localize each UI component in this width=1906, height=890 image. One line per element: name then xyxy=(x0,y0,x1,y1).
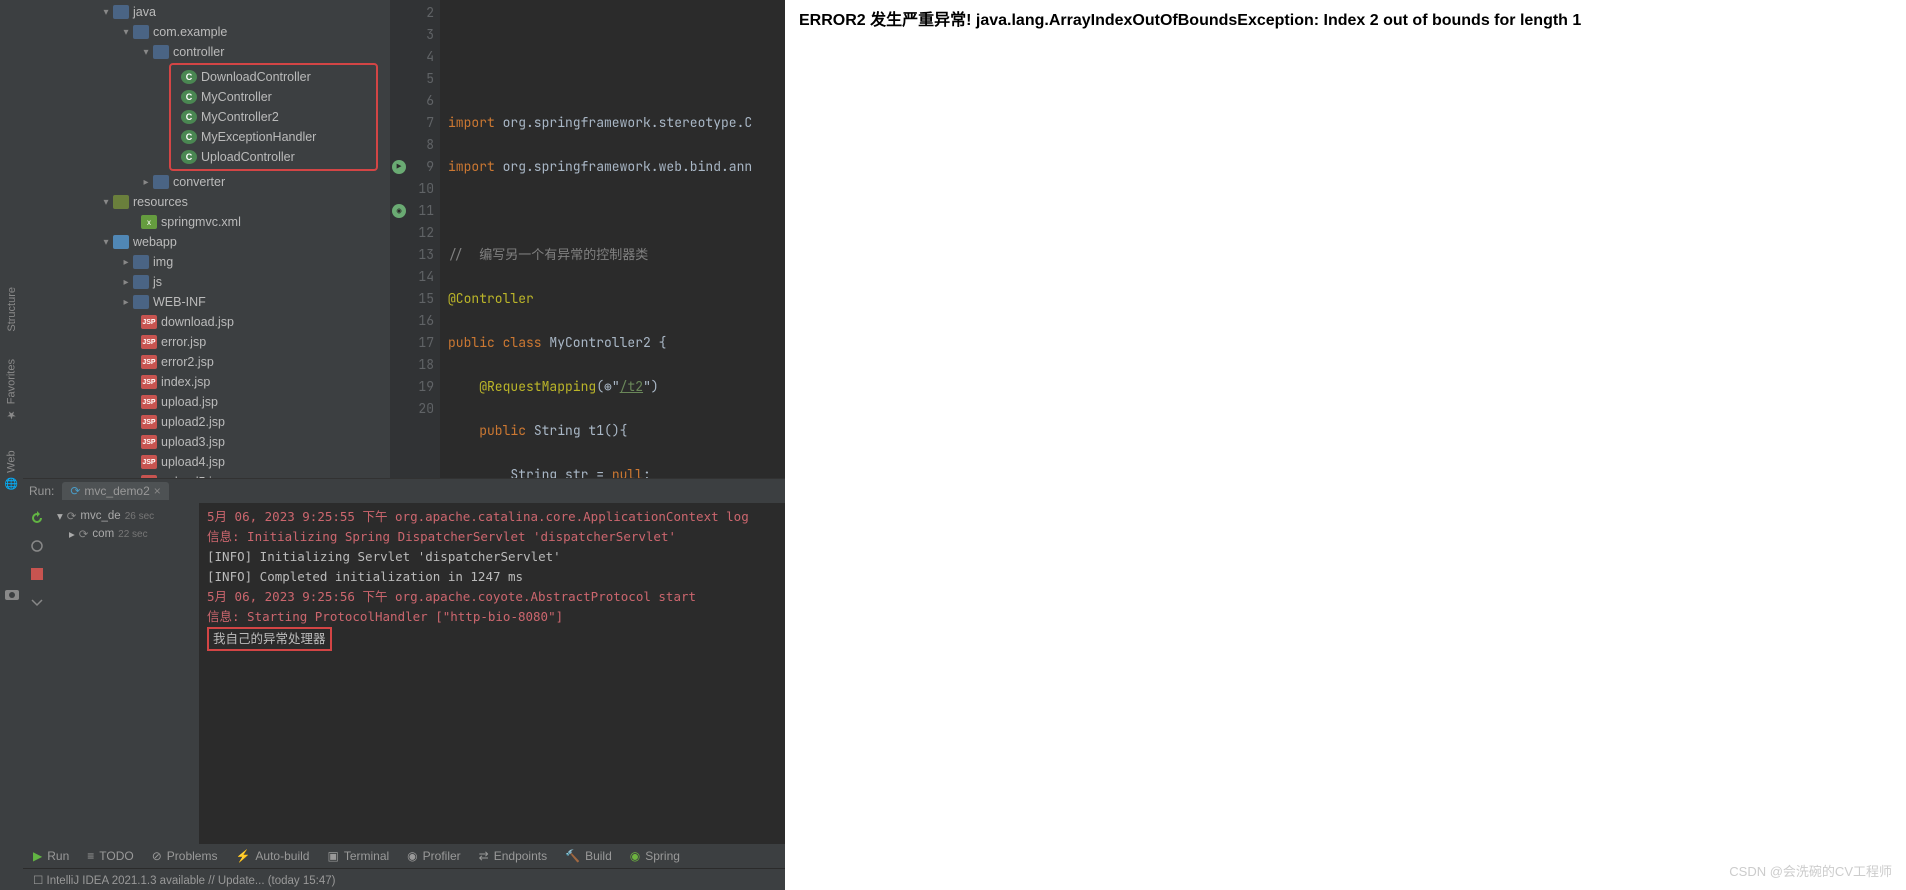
status-bar: ☐ IntelliJ IDEA 2021.1.3 available // Up… xyxy=(23,868,785,890)
run-panel: Run: ⟳mvc_demo2× ▾⟳mvc_de26 sec ▸⟳com22 … xyxy=(23,478,785,844)
run-body: ▾⟳mvc_de26 sec ▸⟳com22 sec 5月 06, 2023 9… xyxy=(23,503,785,844)
code-line: import org.springframework.web.bind.ann xyxy=(448,156,777,178)
run-gutter-icon[interactable]: ▶ xyxy=(392,160,406,174)
run-tree-item[interactable]: ▸⟳com22 sec xyxy=(57,525,193,543)
problems-tool[interactable]: ⊘Problems xyxy=(152,849,218,863)
run-label: Run: xyxy=(29,484,54,498)
tree-converter[interactable]: ▸converter xyxy=(23,172,390,192)
tree-class[interactable]: CMyController2 xyxy=(171,107,376,127)
tree-jsp[interactable]: JSPdownload.jsp xyxy=(23,312,390,332)
console-highlight: 我自己的异常处理器 xyxy=(207,627,777,651)
console-line: 信息: Initializing Spring DispatcherServle… xyxy=(207,527,777,547)
close-icon[interactable]: × xyxy=(154,484,161,498)
tree-resources[interactable]: ▾resources xyxy=(23,192,390,212)
code-line xyxy=(448,68,777,90)
run-tab[interactable]: ⟳mvc_demo2× xyxy=(62,482,168,500)
console-line: 5月 06, 2023 9:25:55 下午 org.apache.catali… xyxy=(207,507,777,527)
left-tool-strip: Structure ★Favorites 🌐Web xyxy=(0,0,23,890)
tree-class[interactable]: CMyExceptionHandler xyxy=(171,127,376,147)
tree-jsp[interactable]: JSPerror.jsp xyxy=(23,332,390,352)
console-line: [INFO] Completed initialization in 1247 … xyxy=(207,567,777,587)
tree-class[interactable]: CMyController xyxy=(171,87,376,107)
code-line: @Controller xyxy=(448,288,777,310)
tree-jsp[interactable]: JSPupload4.jsp xyxy=(23,452,390,472)
console-line: 5月 06, 2023 9:25:56 下午 org.apache.coyote… xyxy=(207,587,777,607)
tree-webapp[interactable]: ▾webapp xyxy=(23,232,390,252)
run-gutter-icon[interactable]: ◉ xyxy=(392,204,406,218)
project-tree[interactable]: ▾java ▾com.example ▾controller CDownload… xyxy=(23,0,390,478)
ide-body: Structure ★Favorites 🌐Web ▾java ▾com.exa… xyxy=(0,0,785,890)
code-line: public String t1(){ xyxy=(448,420,777,442)
tree-class[interactable]: CUploadController xyxy=(171,147,376,167)
tree-jsp[interactable]: JSPupload3.jsp xyxy=(23,432,390,452)
build-tool[interactable]: 🔨Build xyxy=(565,849,612,863)
code-line xyxy=(448,24,777,46)
tree-folder[interactable]: ▸img xyxy=(23,252,390,272)
favorites-tool[interactable]: ★Favorites xyxy=(5,359,18,421)
profiler-tool[interactable]: ◉Profiler xyxy=(407,849,461,863)
tree-jsp[interactable]: JSPupload5.jsp xyxy=(23,472,390,478)
browser-panel: ERROR2 发生严重异常! java.lang.ArrayIndexOutOf… xyxy=(785,0,1906,890)
highlighted-controllers: CDownloadController CMyController CMyCon… xyxy=(169,63,378,171)
structure-tool[interactable]: Structure xyxy=(6,287,18,332)
tree-jsp[interactable]: JSPindex.jsp xyxy=(23,372,390,392)
ide-window: Structure ★Favorites 🌐Web ▾java ▾com.exa… xyxy=(0,0,785,890)
run-tool[interactable]: ▶Run xyxy=(33,849,69,863)
console[interactable]: 5月 06, 2023 9:25:55 下午 org.apache.catali… xyxy=(199,503,785,844)
tree-folder[interactable]: ▸js xyxy=(23,272,390,292)
tree-folder[interactable]: ▸WEB-INF xyxy=(23,292,390,312)
run-toolbar xyxy=(23,503,51,844)
run-tree-item[interactable]: ▾⟳mvc_de26 sec xyxy=(57,507,193,525)
code-line: // 编写另一个有异常的控制器类 xyxy=(448,244,777,266)
tree-controller[interactable]: ▾controller xyxy=(23,42,390,62)
stop-icon[interactable] xyxy=(28,565,46,583)
code-line: public class MyController2 { xyxy=(448,332,777,354)
code-line: import org.springframework.stereotype.C xyxy=(448,112,777,134)
todo-tool[interactable]: ≡TODO xyxy=(87,849,133,863)
tree-java[interactable]: ▾java xyxy=(23,2,390,22)
web-tool[interactable]: 🌐Web xyxy=(5,450,18,490)
error-heading: ERROR2 发生严重异常! java.lang.ArrayIndexOutOf… xyxy=(799,10,1892,32)
ide-main: ▾java ▾com.example ▾controller CDownload… xyxy=(23,0,785,890)
code-editor[interactable]: 2 3 4 5 6 7 8 ▶9 10 ◉11 12 13 14 15 xyxy=(390,0,785,478)
status-text: ☐ IntelliJ IDEA 2021.1.3 available // Up… xyxy=(33,873,335,887)
endpoints-tool[interactable]: ⇄Endpoints xyxy=(479,849,547,863)
watermark: CSDN @会洗碗的CV工程师 xyxy=(1729,861,1892,880)
tree-jsp[interactable]: JSPupload.jsp xyxy=(23,392,390,412)
autobuild-tool[interactable]: ⚡Auto-build xyxy=(235,849,309,863)
upper-split: ▾java ▾com.example ▾controller CDownload… xyxy=(23,0,785,478)
spring-tool[interactable]: ◉Spring xyxy=(630,849,680,863)
rerun-icon[interactable] xyxy=(28,509,46,527)
code-line: @RequestMapping(⊕"/t2") xyxy=(448,376,777,398)
code-area[interactable]: import org.springframework.stereotype.C … xyxy=(440,0,785,478)
code-line xyxy=(448,200,777,222)
camera-icon[interactable] xyxy=(3,585,21,603)
terminal-tool[interactable]: ▣Terminal xyxy=(327,849,389,863)
run-tree[interactable]: ▾⟳mvc_de26 sec ▸⟳com22 sec xyxy=(51,503,199,844)
run-tabbar: Run: ⟳mvc_demo2× xyxy=(23,479,785,503)
tree-xml[interactable]: xspringmvc.xml xyxy=(23,212,390,232)
bottom-toolbar: ▶Run ≡TODO ⊘Problems ⚡Auto-build ▣Termin… xyxy=(23,844,785,868)
refresh-icon[interactable] xyxy=(28,537,46,555)
gutter: 2 3 4 5 6 7 8 ▶9 10 ◉11 12 13 14 15 xyxy=(390,0,440,478)
console-line: [INFO] Initializing Servlet 'dispatcherS… xyxy=(207,547,777,567)
tree-jsp[interactable]: JSPerror2.jsp xyxy=(23,352,390,372)
tree-jsp[interactable]: JSPupload2.jsp xyxy=(23,412,390,432)
tree-class[interactable]: CDownloadController xyxy=(171,67,376,87)
console-line: 信息: Starting ProtocolHandler ["http-bio-… xyxy=(207,607,777,627)
tree-package[interactable]: ▾com.example xyxy=(23,22,390,42)
down-icon[interactable] xyxy=(28,593,46,611)
